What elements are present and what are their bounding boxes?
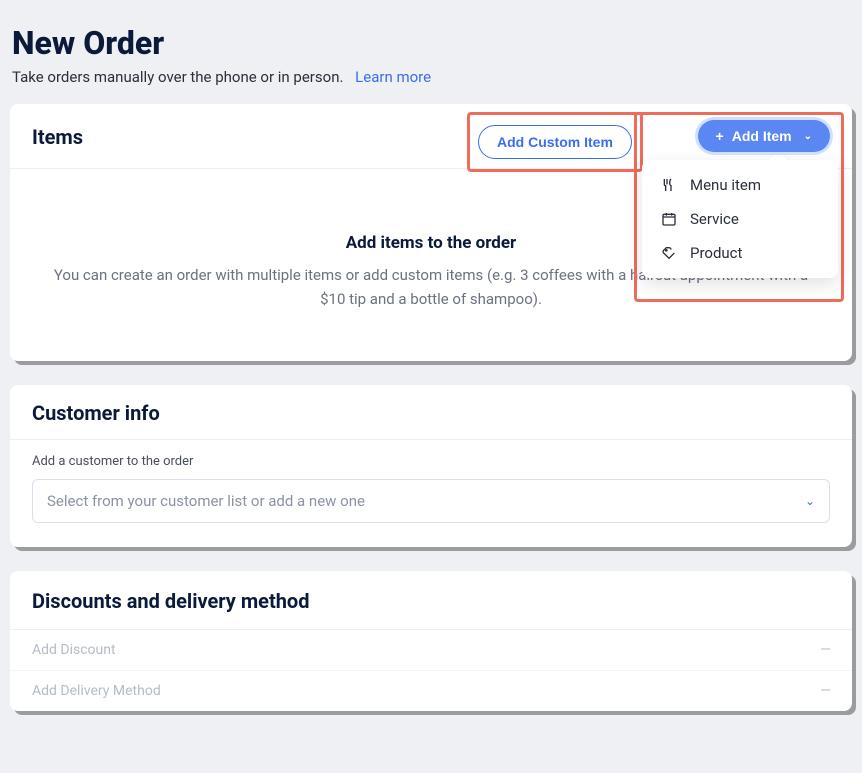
page-title: New Order xyxy=(12,24,852,62)
customer-select[interactable]: Select from your customer list or add a … xyxy=(32,479,830,523)
add-item-dropdown: Menu item Service Product xyxy=(642,160,838,278)
customer-select-label: Add a customer to the order xyxy=(32,454,830,469)
dropdown-service-label: Service xyxy=(690,210,739,228)
customer-card-title: Customer info xyxy=(32,401,160,425)
page-subtitle: Take orders manually over the phone or i… xyxy=(12,68,852,86)
discounts-card: Discounts and delivery method Add Discou… xyxy=(10,571,852,711)
add-delivery-label: Add Delivery Method xyxy=(32,683,161,699)
dash-icon: — xyxy=(820,642,830,658)
new-order-page: New Order Take orders manually over the … xyxy=(10,10,852,711)
dropdown-menu-item-label: Menu item xyxy=(690,176,761,194)
chevron-down-icon: ⌄ xyxy=(805,494,815,508)
add-delivery-row[interactable]: Add Delivery Method — xyxy=(10,671,852,711)
subtitle-text: Take orders manually over the phone or i… xyxy=(12,68,343,86)
chevron-down-icon: ⌄ xyxy=(804,131,812,142)
items-card: Items x x Add Custom Item + Add Item ⌄ xyxy=(10,104,852,361)
highlight-add-custom: Add Custom Item xyxy=(467,112,643,172)
add-discount-row[interactable]: Add Discount — xyxy=(10,630,852,671)
add-item-label: Add Item xyxy=(732,128,792,144)
plus-icon: + xyxy=(716,129,724,143)
items-card-title: Items xyxy=(32,125,83,149)
customer-card-body: Add a customer to the order Select from … xyxy=(10,440,852,547)
product-icon xyxy=(660,245,678,261)
customer-card: Customer info Add a customer to the orde… xyxy=(10,385,852,547)
learn-more-link[interactable]: Learn more xyxy=(355,68,431,86)
dropdown-menu-item[interactable]: Menu item xyxy=(642,168,838,202)
service-icon xyxy=(660,211,678,227)
dash-icon: — xyxy=(820,683,830,699)
add-discount-label: Add Discount xyxy=(32,642,116,658)
customer-select-placeholder: Select from your customer list or add a … xyxy=(47,492,365,510)
add-custom-item-button[interactable]: Add Custom Item xyxy=(478,125,632,159)
discounts-card-title: Discounts and delivery method xyxy=(32,589,830,613)
add-item-button[interactable]: + Add Item ⌄ xyxy=(698,120,830,152)
discounts-card-header: Discounts and delivery method xyxy=(10,571,852,630)
dropdown-product[interactable]: Product xyxy=(642,236,838,270)
menu-item-icon xyxy=(660,177,678,193)
customer-card-header: Customer info xyxy=(10,385,852,440)
page-header: New Order Take orders manually over the … xyxy=(10,14,852,104)
dropdown-service[interactable]: Service xyxy=(642,202,838,236)
dropdown-product-label: Product xyxy=(690,244,742,262)
